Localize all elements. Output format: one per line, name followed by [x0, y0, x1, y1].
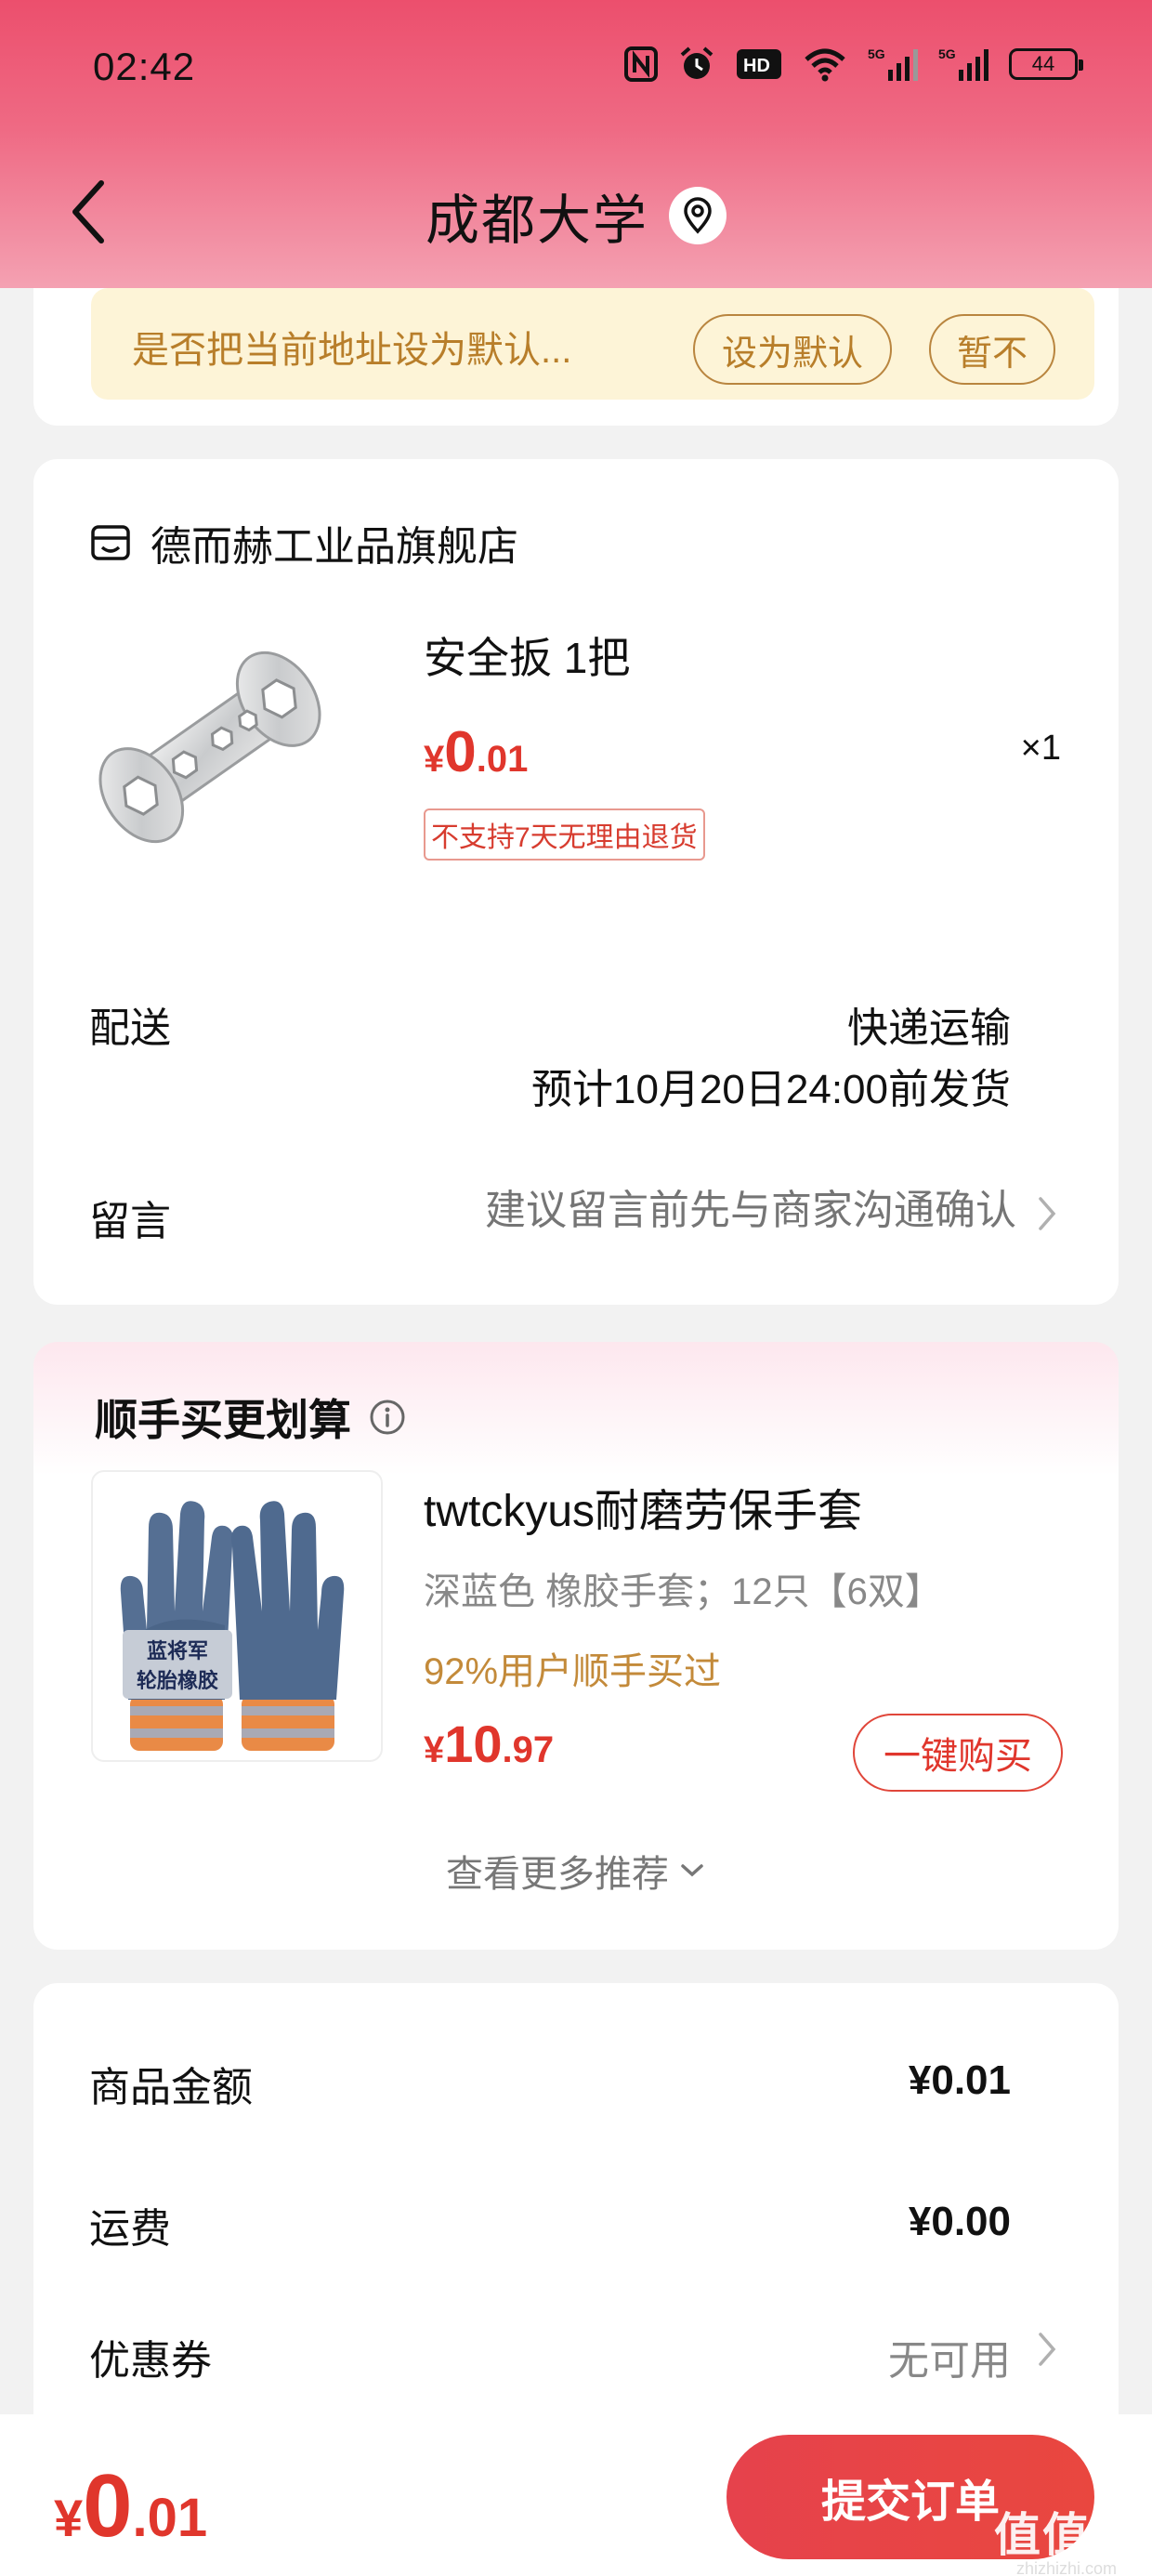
recommendation-price: ¥10.97	[424, 1715, 555, 1773]
location-pin-icon	[684, 197, 712, 234]
return-policy-badge: 不支持7天无理由退货	[424, 808, 705, 861]
recommendation-header: 顺手买更划算	[95, 1387, 407, 1448]
product-image-wrench[interactable]	[89, 626, 331, 868]
chevron-right-icon[interactable]	[1033, 1195, 1061, 1232]
nav-bar: 成都大学	[0, 158, 1152, 260]
product-price: ¥0.01	[424, 720, 529, 784]
shipping-value: ¥0.00	[908, 2199, 1011, 2244]
recommendation-title: 顺手买更划算	[95, 1396, 351, 1444]
product-quantity: ×1	[1020, 729, 1061, 768]
svg-text:HD: HD	[743, 56, 770, 76]
location-pin-button[interactable]	[669, 187, 727, 244]
coupon-value[interactable]: 无可用	[888, 2327, 1011, 2386]
bottom-bar: ¥0.01 提交订单 值值值 zhizhizhi.com	[0, 2414, 1152, 2576]
signal-5g-icon-2: 5G	[938, 46, 988, 83]
note-input[interactable]	[366, 1188, 1016, 1234]
signal-5g-icon-1: 5G	[868, 46, 918, 83]
svg-text:5G: 5G	[938, 46, 956, 61]
shop-name: 德而赫工业品旗舰店	[151, 524, 518, 570]
svg-text:轮胎橡胶: 轮胎橡胶	[137, 1669, 218, 1693]
info-icon[interactable]	[368, 1398, 407, 1437]
delivery-eta: 预计10月20日24:00前发货	[531, 1067, 1011, 1112]
more-recommendations-label: 查看更多推荐	[446, 1854, 669, 1895]
delivery-method: 快递运输	[847, 1005, 1011, 1051]
hd-icon: HD	[736, 47, 782, 81]
note-label: 留言	[89, 1199, 171, 1244]
recommendation-image-gloves[interactable]: 蓝将军 轮胎橡胶	[91, 1470, 383, 1762]
nfc-icon	[624, 46, 658, 82]
recommendation-social-proof: 92%用户顺手买过	[424, 1651, 722, 1692]
shipping-label: 运费	[89, 2206, 171, 2252]
recommendation-spec: 深蓝色 橡胶手套；12只【6双】	[424, 1571, 942, 1612]
order-card: 德而赫工业品旗舰店 安全扳 1把 ¥0.01 ×1 不支持7天无理由退货 配送 …	[33, 459, 1119, 1305]
status-time: 02:42	[93, 45, 196, 88]
wifi-icon	[803, 46, 847, 82]
svg-text:蓝将军: 蓝将军	[147, 1639, 208, 1663]
goods-amount-value: ¥0.01	[908, 2057, 1011, 2103]
coupon-label: 优惠券	[89, 2338, 212, 2384]
delivery-label: 配送	[89, 1005, 171, 1051]
nav-title-group: 成都大学	[0, 177, 1152, 255]
svg-text:5G: 5G	[868, 46, 885, 61]
set-default-banner: 是否把当前地址设为默认... 设为默认 暂不	[91, 288, 1094, 400]
chevron-right-icon[interactable]	[1033, 2331, 1061, 2368]
more-recommendations-link[interactable]: 查看更多推荐	[33, 1844, 1119, 1898]
alarm-icon	[678, 46, 715, 83]
product-title[interactable]: 安全扳 1把	[424, 624, 630, 686]
set-default-prompt: 是否把当前地址设为默认...	[132, 330, 572, 371]
recommendation-card: 顺手买更划算 蓝将军 轮胎橡胶 twtckyus耐磨劳保手套 深蓝色 橡胶手套；…	[33, 1342, 1119, 1950]
chevron-down-icon	[681, 1864, 703, 1877]
goods-amount-label: 商品金额	[89, 2065, 253, 2110]
watermark-logo: 值值值	[994, 2509, 1139, 2561]
page-title: 成都大学	[425, 191, 648, 251]
store-icon	[91, 525, 130, 560]
status-bar: 02:42 HD 5G 5G 44	[0, 0, 1152, 139]
recommendation-name[interactable]: twtckyus耐磨劳保手套	[424, 1474, 862, 1539]
status-icons: HD 5G 5G 44	[624, 41, 1083, 87]
one-click-buy-button[interactable]: 一键购买	[853, 1714, 1063, 1792]
watermark: 值值值 zhizhizhi.com	[994, 2498, 1139, 2576]
set-default-button[interactable]: 设为默认	[693, 314, 892, 385]
not-now-button[interactable]: 暂不	[929, 314, 1055, 385]
shop-row[interactable]: 德而赫工业品旗舰店	[89, 513, 518, 572]
battery-icon: 44	[1009, 48, 1083, 80]
total-price: ¥0.01	[54, 2456, 208, 2556]
header: 02:42 HD 5G 5G 44 成都大学	[0, 0, 1152, 288]
